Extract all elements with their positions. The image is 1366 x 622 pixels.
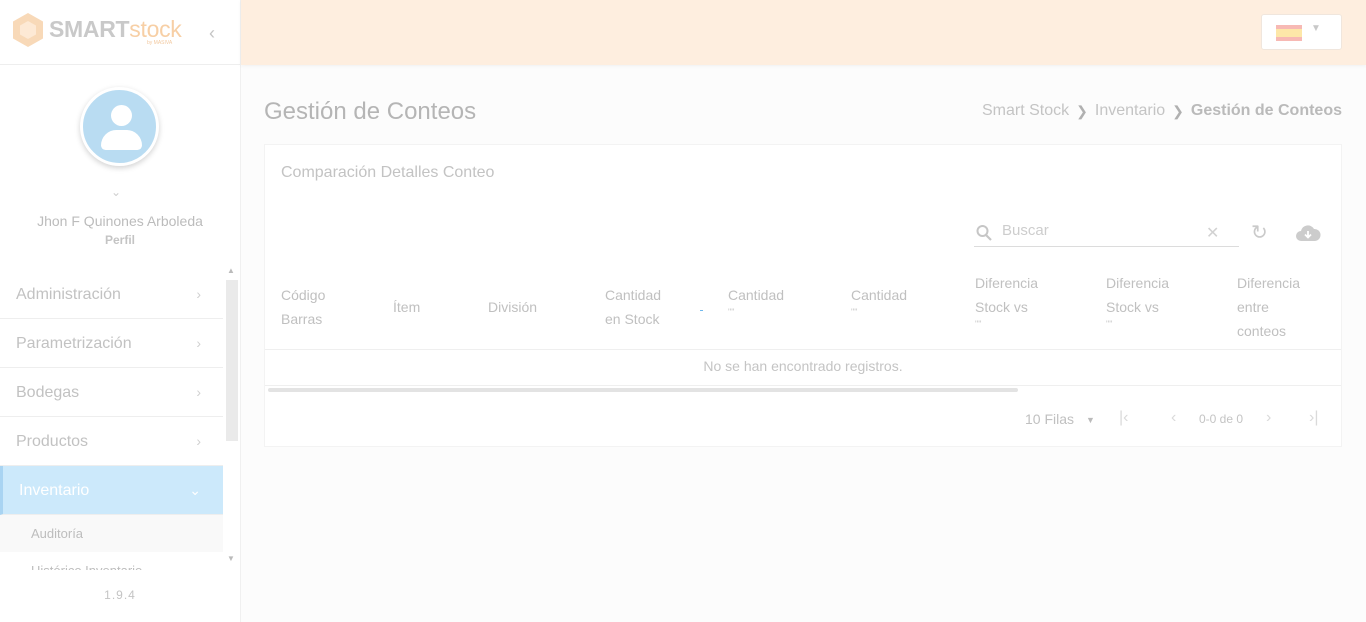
page-count: 0-0 de 0 (1199, 412, 1244, 426)
cloud-download-icon[interactable] (1295, 223, 1321, 243)
table-header: Código Barras Ítem División Cantidad en St… (265, 263, 1341, 350)
sidebar-item-inventario[interactable]: Inventario ⌄ (0, 466, 223, 515)
sidebar-scrollbar[interactable]: ▲ ▼ (224, 266, 238, 570)
chevron-down-icon[interactable]: ⌄ (111, 185, 121, 199)
column-header-cantidad-2[interactable]: Cantidad "" (851, 283, 907, 317)
profile-link[interactable]: Perfil (0, 233, 240, 247)
caret-down-icon: ▼ (1311, 23, 1321, 34)
sidebar-subitem-auditoria[interactable]: Auditoría (0, 515, 223, 552)
rows-per-page-select[interactable]: 10 Filas (1025, 411, 1074, 427)
sidebar-menu: Administración › Parametrización › Bodegas… (0, 270, 223, 570)
collapse-sidebar-icon[interactable]: ‹ (209, 23, 215, 44)
breadcrumb-inventario[interactable]: Inventario (1095, 102, 1165, 120)
scroll-up-icon[interactable]: ▲ (227, 266, 235, 275)
pagination: 10 Filas ▼ |‹ ‹ 0-0 de 0 › ›| (265, 403, 1341, 437)
next-page-icon[interactable]: › (1266, 409, 1271, 427)
language-selector[interactable]: ▼ (1261, 14, 1342, 50)
logo-part-stock: stock (129, 16, 182, 42)
breadcrumb-smart-stock[interactable]: Smart Stock (982, 102, 1069, 120)
logo-text: SMARTstock (49, 16, 182, 43)
last-page-icon[interactable]: ›| (1309, 409, 1318, 427)
sidebar-item-label: Productos (16, 433, 89, 450)
close-icon[interactable]: ✕ (1206, 223, 1219, 243)
previous-page-icon[interactable]: ‹ (1171, 409, 1176, 427)
empty-table-message: No se han encontrado registros. (265, 350, 1341, 386)
card-title: Comparación Detalles Conteo (281, 164, 495, 181)
chevron-right-icon: ❯ (1172, 102, 1184, 119)
logo-hex-icon (13, 13, 43, 47)
app-version: 1.9.4 (104, 588, 136, 602)
logo-part-smart: SMART (49, 16, 130, 42)
column-header-diferencia-conteos[interactable]: Diferencia entre conteos (1237, 271, 1300, 343)
sidebar-item-bodegas[interactable]: Bodegas › (0, 368, 223, 417)
search-icon (976, 225, 992, 241)
refresh-icon[interactable]: ↻ (1251, 223, 1268, 243)
sidebar-subitem-historico-inventario[interactable]: Histórico Inventario (0, 552, 223, 570)
sidebar-item-label: Bodegas (16, 384, 80, 401)
chevron-right-icon: › (196, 335, 201, 351)
sidebar-item-productos[interactable]: Productos › (0, 417, 223, 466)
sidebar-item-parametrizacion[interactable]: Parametrización › (0, 319, 223, 368)
column-header-codigo-barras[interactable]: Código Barras (281, 283, 325, 331)
column-header-cantidad-stock[interactable]: Cantidad en Stock (605, 283, 661, 331)
sidebar: SMARTstock by MASIVA ‹ ⌄ Jhon F Quinones… (0, 0, 241, 622)
sidebar-item-label: Inventario (19, 482, 90, 499)
column-header-item[interactable]: Ítem (393, 295, 420, 319)
spain-flag-icon (1276, 25, 1302, 41)
column-header-diferencia-stock-1[interactable]: Diferencia Stock vs "" (975, 271, 1038, 329)
sidebar-item-administracion[interactable]: Administración › (0, 270, 223, 319)
chevron-right-icon: › (196, 433, 201, 449)
search-box: ✕ (974, 219, 1239, 247)
brand-header: SMARTstock by MASIVA ‹ (0, 0, 240, 65)
breadcrumb: Smart Stock ❯ Inventario ❯ Gestión de Co… (982, 102, 1342, 120)
avatar-torso (101, 130, 142, 150)
chevron-down-icon: ⌄ (189, 482, 201, 498)
search-input[interactable] (1002, 222, 1202, 239)
breadcrumb-current: Gestión de Conteos (1190, 102, 1342, 119)
caret-down-icon[interactable]: ▼ (1086, 415, 1095, 425)
logo-subtext: by MASIVA (147, 40, 173, 46)
chevron-right-icon: › (196, 286, 201, 302)
page-title: Gestión de Conteos (264, 98, 477, 125)
user-profile: ⌄ Jhon F Quinones Arboleda Perfil (0, 65, 240, 260)
scroll-down-icon[interactable]: ▼ (227, 554, 235, 563)
scroll-thumb[interactable] (226, 280, 238, 441)
avatar-head (111, 105, 132, 126)
column-header-cantidad-1[interactable]: Cantidad "" (728, 283, 784, 317)
comparison-card: Comparación Detalles Conteo ✕ ↻ CódigoBa… (264, 144, 1342, 447)
chevron-right-icon: › (196, 384, 201, 400)
horizontal-scrollbar[interactable] (268, 388, 1018, 392)
avatar[interactable] (80, 87, 159, 166)
chevron-right-icon: ❯ (1076, 102, 1088, 119)
first-page-icon[interactable]: |‹ (1119, 409, 1128, 427)
user-name: Jhon F Quinones Arboleda (37, 213, 203, 229)
sort-indicator (700, 310, 703, 311)
column-header-division[interactable]: División (488, 295, 537, 319)
column-header-diferencia-stock-2[interactable]: Diferencia Stock vs "" (1106, 271, 1169, 329)
sidebar-item-label: Administración (16, 286, 121, 303)
sidebar-item-label: Parametrización (16, 335, 132, 352)
top-bar: ▼ (241, 0, 1366, 65)
